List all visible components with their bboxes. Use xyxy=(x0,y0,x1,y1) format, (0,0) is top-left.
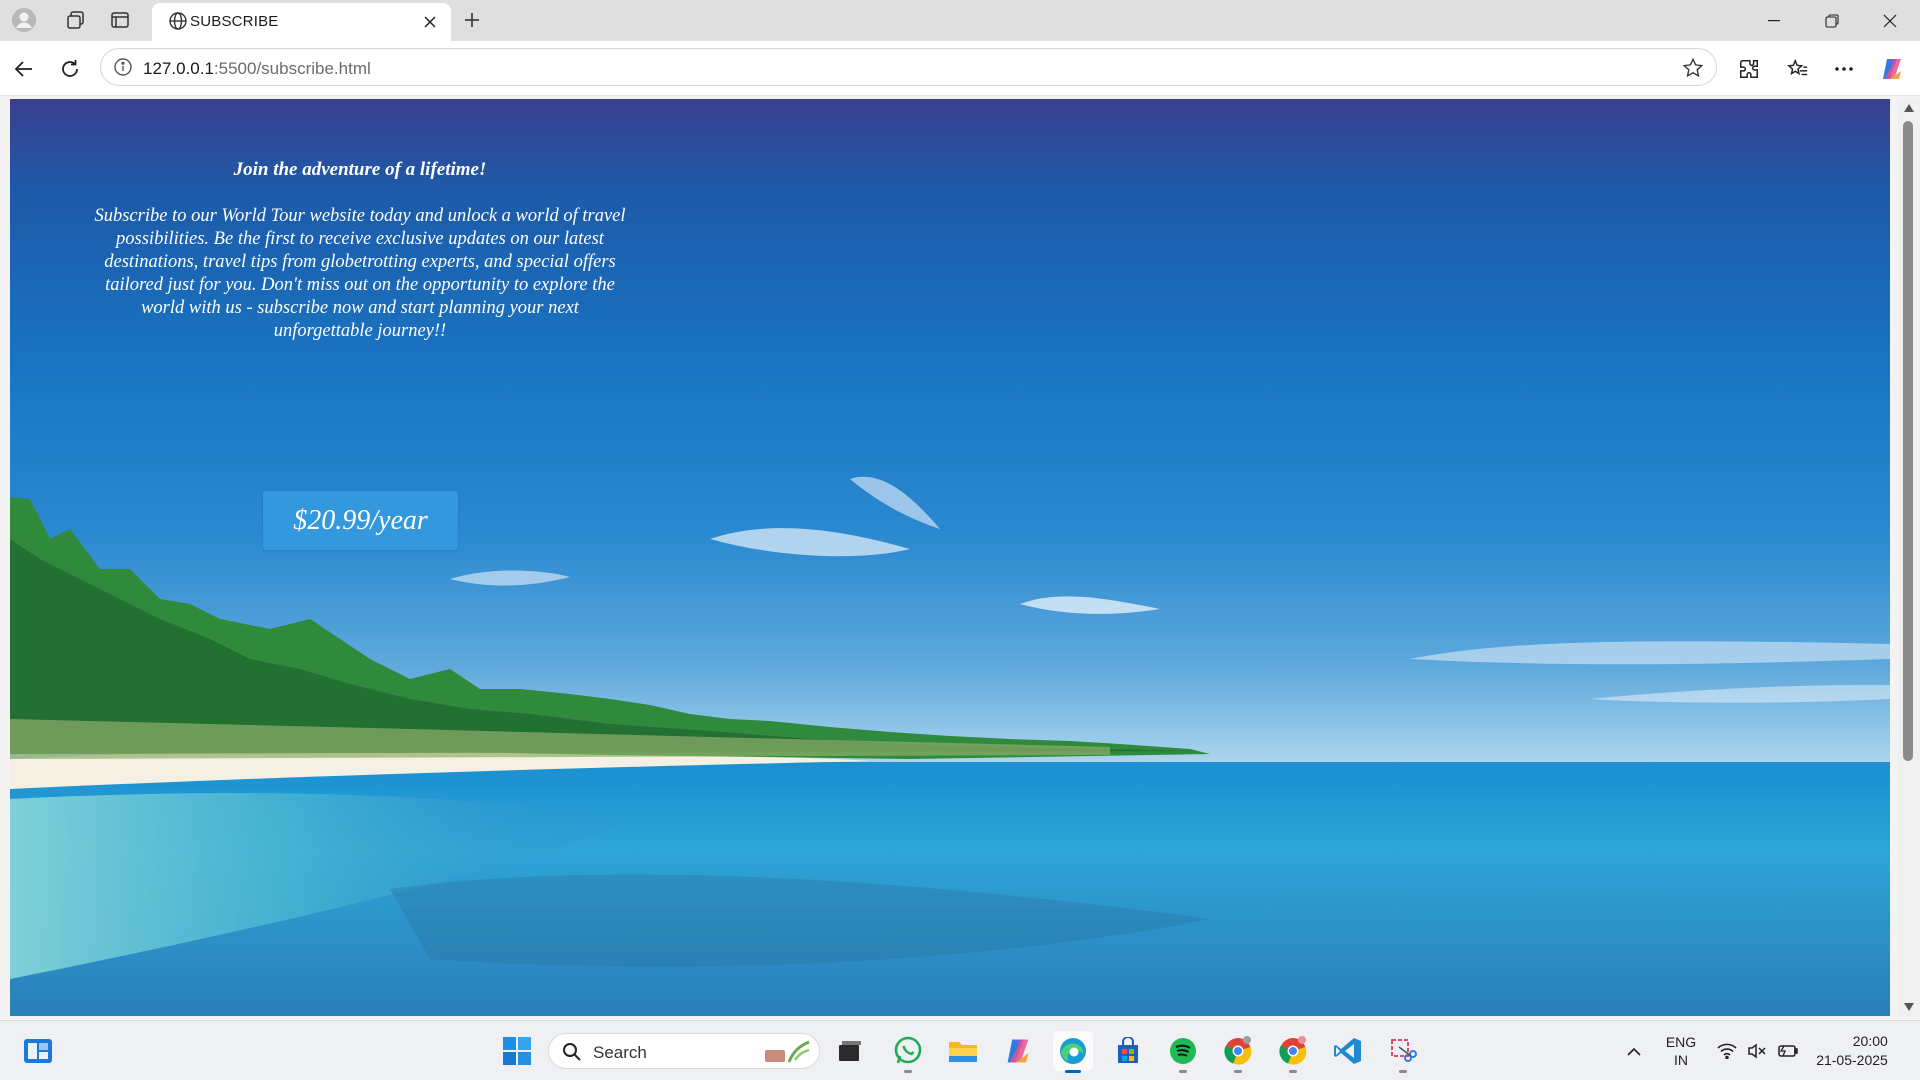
chrome-profile-icon[interactable] xyxy=(1273,1031,1313,1073)
minimize-button[interactable] xyxy=(1746,0,1802,41)
globe-icon xyxy=(168,11,188,36)
vscode-icon[interactable] xyxy=(1328,1031,1368,1071)
url-path: :5500/subscribe.html xyxy=(213,59,371,78)
widgets-icon[interactable] xyxy=(22,1035,54,1067)
workspaces-icon[interactable] xyxy=(60,6,92,34)
snipping-tool-icon[interactable] xyxy=(1383,1031,1423,1073)
scroll-thumb[interactable] xyxy=(1903,121,1913,761)
search-icon xyxy=(562,1042,582,1067)
active-indicator xyxy=(1065,1070,1081,1073)
search-label: Search xyxy=(593,1043,647,1062)
url-text: 127.0.0.1:5500/subscribe.html xyxy=(143,59,371,79)
search-highlight-icon xyxy=(763,1040,813,1069)
clock[interactable]: 20:00 21-05-2025 xyxy=(1808,1021,1896,1080)
store-icon[interactable] xyxy=(1108,1031,1148,1071)
task-view-icon[interactable] xyxy=(830,1031,870,1071)
back-button[interactable] xyxy=(6,51,42,87)
tab-bar: SUBSCRIBE xyxy=(0,0,1920,41)
scroll-down-icon[interactable] xyxy=(1903,1002,1915,1012)
spotify-icon[interactable] xyxy=(1163,1031,1203,1073)
profile-icon[interactable] xyxy=(8,6,40,34)
subscribe-price-button[interactable]: $20.99/year xyxy=(263,491,458,550)
page-scrollbar[interactable] xyxy=(1898,99,1920,1016)
favorite-star-icon[interactable] xyxy=(1682,57,1704,84)
start-icon[interactable] xyxy=(497,1031,537,1071)
wifi-icon[interactable] xyxy=(1714,1021,1740,1080)
site-info-icon[interactable] xyxy=(113,57,133,82)
whatsapp-icon[interactable] xyxy=(888,1031,928,1073)
promo-text-block: Join the adventure of a lifetime! Subscr… xyxy=(90,159,630,343)
volume-muted-icon[interactable] xyxy=(1744,1021,1770,1080)
running-indicator xyxy=(1399,1070,1407,1073)
running-indicator xyxy=(1289,1070,1297,1073)
page-viewport: Join the adventure of a lifetime! Subscr… xyxy=(10,99,1890,1016)
copilot-app-icon[interactable] xyxy=(998,1031,1038,1071)
refresh-button[interactable] xyxy=(52,51,88,87)
url-host: 127.0.0.1 xyxy=(143,59,214,78)
extensions-icon[interactable] xyxy=(1731,51,1767,87)
tab-subscribe[interactable]: SUBSCRIBE xyxy=(152,3,451,41)
browser-toolbar: 127.0.0.1:5500/subscribe.html xyxy=(0,41,1920,96)
more-menu-icon[interactable] xyxy=(1826,51,1862,87)
battery-icon[interactable] xyxy=(1774,1021,1800,1080)
close-window-button[interactable] xyxy=(1862,0,1918,41)
edge-browser-icon[interactable] xyxy=(1053,1031,1093,1073)
taskbar: Search ENG IN 20:00 21-05-2025 xyxy=(0,1020,1920,1080)
lang-region: IN xyxy=(1674,1052,1688,1068)
clock-time: 20:00 xyxy=(1852,1033,1888,1049)
promo-description: Subscribe to our World Tour website toda… xyxy=(94,206,626,341)
taskbar-search-box[interactable]: Search xyxy=(548,1033,820,1069)
new-tab-button[interactable] xyxy=(458,6,486,34)
promo-heading: Join the adventure of a lifetime! xyxy=(233,159,487,180)
tab-actions-icon[interactable] xyxy=(104,6,136,34)
running-indicator xyxy=(1179,1070,1187,1073)
show-hidden-icons-chevron-icon[interactable] xyxy=(1620,1021,1648,1080)
chrome-icon[interactable] xyxy=(1218,1031,1258,1073)
favorites-icon[interactable] xyxy=(1780,51,1816,87)
address-bar[interactable]: 127.0.0.1:5500/subscribe.html xyxy=(100,48,1717,86)
restore-button[interactable] xyxy=(1804,0,1860,41)
running-indicator xyxy=(1234,1070,1242,1073)
running-indicator xyxy=(904,1070,912,1073)
tab-title: SUBSCRIBE xyxy=(190,13,279,30)
copilot-icon[interactable] xyxy=(1874,51,1910,87)
scroll-up-icon[interactable] xyxy=(1903,103,1915,113)
close-tab-icon[interactable] xyxy=(419,11,441,33)
clock-date: 21-05-2025 xyxy=(1816,1052,1888,1068)
lang-code: ENG xyxy=(1665,1034,1697,1050)
input-language-indicator[interactable]: ENG IN xyxy=(1658,1021,1704,1080)
file-explorer-icon[interactable] xyxy=(943,1031,983,1071)
